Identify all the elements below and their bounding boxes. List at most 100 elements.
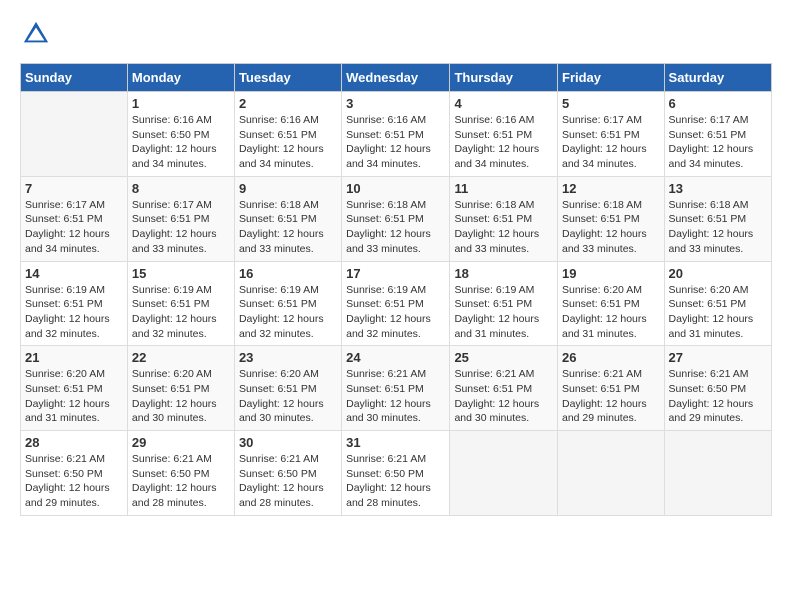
- day-info: Sunrise: 6:20 AMSunset: 6:51 PMDaylight:…: [25, 367, 123, 426]
- day-info: Sunrise: 6:19 AMSunset: 6:51 PMDaylight:…: [239, 283, 337, 342]
- day-info: Sunrise: 6:17 AMSunset: 6:51 PMDaylight:…: [25, 198, 123, 257]
- day-number: 3: [346, 96, 445, 111]
- day-number: 25: [454, 350, 553, 365]
- page-header: [20, 20, 772, 53]
- day-info: Sunrise: 6:18 AMSunset: 6:51 PMDaylight:…: [562, 198, 660, 257]
- day-number: 6: [669, 96, 767, 111]
- calendar-cell: 11 Sunrise: 6:18 AMSunset: 6:51 PMDayligh…: [450, 176, 558, 261]
- day-number: 26: [562, 350, 660, 365]
- day-info: Sunrise: 6:18 AMSunset: 6:51 PMDaylight:…: [346, 198, 445, 257]
- day-info: Sunrise: 6:19 AMSunset: 6:51 PMDaylight:…: [454, 283, 553, 342]
- calendar-week-row: 1 Sunrise: 6:16 AMSunset: 6:50 PMDaylight…: [21, 92, 772, 177]
- calendar-cell: 17 Sunrise: 6:19 AMSunset: 6:51 PMDayligh…: [342, 261, 450, 346]
- calendar-cell: 8Sunrise: 6:17 AMSunset: 6:51 PMDaylight…: [127, 176, 234, 261]
- day-number: 13: [669, 181, 767, 196]
- day-info: Sunrise: 6:16 AMSunset: 6:51 PMDaylight:…: [454, 113, 553, 172]
- day-info: Sunrise: 6:16 AMSunset: 6:51 PMDaylight:…: [239, 113, 337, 172]
- day-info: Sunrise: 6:21 AMSunset: 6:50 PMDaylight:…: [346, 452, 445, 511]
- calendar-cell: 19 Sunrise: 6:20 AMSunset: 6:51 PMDayligh…: [558, 261, 665, 346]
- calendar-cell: 27Sunrise: 6:21 AMSunset: 6:50 PMDayligh…: [664, 346, 771, 431]
- calendar-cell: 12 Sunrise: 6:18 AMSunset: 6:51 PMDayligh…: [558, 176, 665, 261]
- day-number: 30: [239, 435, 337, 450]
- day-info: Sunrise: 6:21 AMSunset: 6:50 PMDaylight:…: [669, 367, 767, 426]
- day-info: Sunrise: 6:21 AMSunset: 6:50 PMDaylight:…: [132, 452, 230, 511]
- calendar-cell: 10 Sunrise: 6:18 AMSunset: 6:51 PMDayligh…: [342, 176, 450, 261]
- day-number: 29: [132, 435, 230, 450]
- calendar-cell: 28 Sunrise: 6:21 AMSunset: 6:50 PMDayligh…: [21, 431, 128, 516]
- calendar-cell: 9Sunrise: 6:18 AMSunset: 6:51 PMDaylight…: [234, 176, 341, 261]
- day-info: Sunrise: 6:20 AMSunset: 6:51 PMDaylight:…: [562, 283, 660, 342]
- weekday-header: Sunday: [21, 64, 128, 92]
- calendar-cell: 22 Sunrise: 6:20 AMSunset: 6:51 PMDayligh…: [127, 346, 234, 431]
- calendar-cell: 7 Sunrise: 6:17 AMSunset: 6:51 PMDaylight…: [21, 176, 128, 261]
- calendar-week-row: 14 Sunrise: 6:19 AMSunset: 6:51 PMDayligh…: [21, 261, 772, 346]
- header-row: SundayMondayTuesdayWednesdayThursdayFrid…: [21, 64, 772, 92]
- calendar-week-row: 21 Sunrise: 6:20 AMSunset: 6:51 PMDayligh…: [21, 346, 772, 431]
- day-number: 18: [454, 266, 553, 281]
- calendar-week-row: 7 Sunrise: 6:17 AMSunset: 6:51 PMDaylight…: [21, 176, 772, 261]
- calendar-cell: [450, 431, 558, 516]
- day-number: 31: [346, 435, 445, 450]
- day-info: Sunrise: 6:21 AMSunset: 6:51 PMDaylight:…: [346, 367, 445, 426]
- day-info: Sunrise: 6:19 AMSunset: 6:51 PMDaylight:…: [132, 283, 230, 342]
- day-info: Sunrise: 6:21 AMSunset: 6:50 PMDaylight:…: [239, 452, 337, 511]
- calendar-cell: 16 Sunrise: 6:19 AMSunset: 6:51 PMDayligh…: [234, 261, 341, 346]
- calendar-cell: 15 Sunrise: 6:19 AMSunset: 6:51 PMDayligh…: [127, 261, 234, 346]
- day-number: 19: [562, 266, 660, 281]
- day-number: 16: [239, 266, 337, 281]
- day-number: 24: [346, 350, 445, 365]
- day-number: 10: [346, 181, 445, 196]
- logo-text: [20, 20, 50, 53]
- day-number: 21: [25, 350, 123, 365]
- calendar-cell: [664, 431, 771, 516]
- day-info: Sunrise: 6:18 AMSunset: 6:51 PMDaylight:…: [454, 198, 553, 257]
- day-info: Sunrise: 6:16 AMSunset: 6:50 PMDaylight:…: [132, 113, 230, 172]
- calendar-cell: 23 Sunrise: 6:20 AMSunset: 6:51 PMDayligh…: [234, 346, 341, 431]
- day-number: 28: [25, 435, 123, 450]
- calendar-cell: 3Sunrise: 6:16 AMSunset: 6:51 PMDaylight…: [342, 92, 450, 177]
- calendar-cell: 4 Sunrise: 6:16 AMSunset: 6:51 PMDaylight…: [450, 92, 558, 177]
- calendar-cell: 18 Sunrise: 6:19 AMSunset: 6:51 PMDayligh…: [450, 261, 558, 346]
- day-number: 17: [346, 266, 445, 281]
- day-info: Sunrise: 6:19 AMSunset: 6:51 PMDaylight:…: [346, 283, 445, 342]
- day-info: Sunrise: 6:18 AMSunset: 6:51 PMDaylight:…: [239, 198, 337, 257]
- weekday-header: Wednesday: [342, 64, 450, 92]
- day-number: 7: [25, 181, 123, 196]
- day-number: 4: [454, 96, 553, 111]
- calendar-cell: 21 Sunrise: 6:20 AMSunset: 6:51 PMDayligh…: [21, 346, 128, 431]
- logo-icon: [22, 20, 50, 48]
- day-info: Sunrise: 6:21 AMSunset: 6:51 PMDaylight:…: [454, 367, 553, 426]
- day-info: Sunrise: 6:20 AMSunset: 6:51 PMDaylight:…: [669, 283, 767, 342]
- calendar-cell: 31 Sunrise: 6:21 AMSunset: 6:50 PMDayligh…: [342, 431, 450, 516]
- calendar-cell: [558, 431, 665, 516]
- day-info: Sunrise: 6:18 AMSunset: 6:51 PMDaylight:…: [669, 198, 767, 257]
- calendar-cell: 29 Sunrise: 6:21 AMSunset: 6:50 PMDayligh…: [127, 431, 234, 516]
- day-number: 8: [132, 181, 230, 196]
- calendar-cell: 25 Sunrise: 6:21 AMSunset: 6:51 PMDayligh…: [450, 346, 558, 431]
- day-info: Sunrise: 6:20 AMSunset: 6:51 PMDaylight:…: [132, 367, 230, 426]
- day-info: Sunrise: 6:21 AMSunset: 6:50 PMDaylight:…: [25, 452, 123, 511]
- day-number: 22: [132, 350, 230, 365]
- day-number: 1: [132, 96, 230, 111]
- day-info: Sunrise: 6:20 AMSunset: 6:51 PMDaylight:…: [239, 367, 337, 426]
- calendar-cell: 20 Sunrise: 6:20 AMSunset: 6:51 PMDayligh…: [664, 261, 771, 346]
- day-number: 11: [454, 181, 553, 196]
- day-number: 14: [25, 266, 123, 281]
- calendar-cell: 13 Sunrise: 6:18 AMSunset: 6:51 PMDayligh…: [664, 176, 771, 261]
- weekday-header: Thursday: [450, 64, 558, 92]
- day-info: Sunrise: 6:17 AMSunset: 6:51 PMDaylight:…: [562, 113, 660, 172]
- calendar-table: SundayMondayTuesdayWednesdayThursdayFrid…: [20, 63, 772, 516]
- calendar-cell: 6 Sunrise: 6:17 AMSunset: 6:51 PMDaylight…: [664, 92, 771, 177]
- day-info: Sunrise: 6:17 AMSunset: 6:51 PMDaylight:…: [669, 113, 767, 172]
- day-number: 15: [132, 266, 230, 281]
- calendar-cell: 2Sunrise: 6:16 AMSunset: 6:51 PMDaylight…: [234, 92, 341, 177]
- day-number: 23: [239, 350, 337, 365]
- weekday-header: Monday: [127, 64, 234, 92]
- calendar-cell: 14Sunrise: 6:19 AMSunset: 6:51 PMDayligh…: [21, 261, 128, 346]
- day-number: 20: [669, 266, 767, 281]
- day-number: 12: [562, 181, 660, 196]
- day-number: 5: [562, 96, 660, 111]
- weekday-header: Friday: [558, 64, 665, 92]
- calendar-week-row: 28 Sunrise: 6:21 AMSunset: 6:50 PMDayligh…: [21, 431, 772, 516]
- weekday-header: Tuesday: [234, 64, 341, 92]
